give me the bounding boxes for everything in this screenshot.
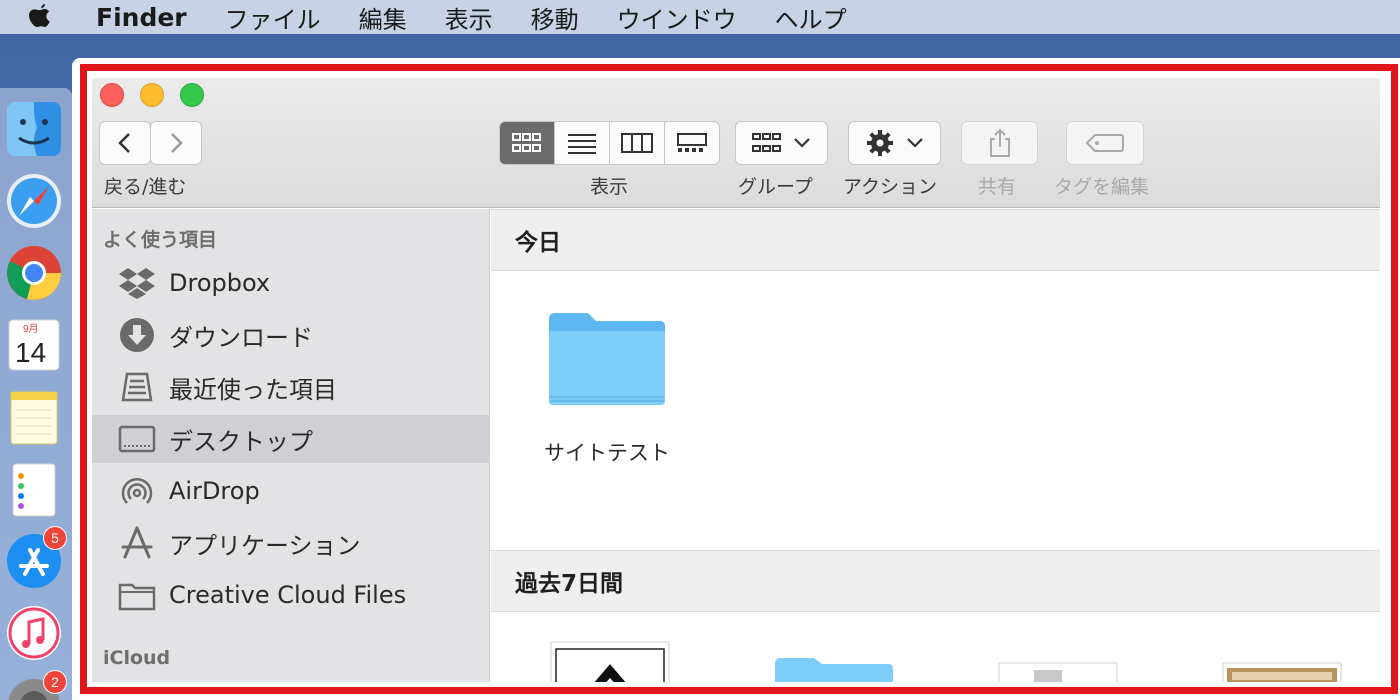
- menu-file[interactable]: ファイル: [225, 0, 321, 35]
- apple-menu-icon[interactable]: [26, 2, 56, 32]
- notes-dock-icon[interactable]: [5, 388, 63, 446]
- safari-dock-icon[interactable]: [5, 172, 63, 230]
- app-store-dock-icon[interactable]: 5: [5, 526, 67, 590]
- itunes-dock-icon[interactable]: [5, 604, 63, 662]
- app-store-badge: 5: [43, 526, 67, 550]
- chrome-dock-icon[interactable]: [5, 244, 63, 302]
- system-preferences-dock-icon[interactable]: 2: [5, 670, 67, 700]
- svg-text:9月: 9月: [23, 323, 39, 335]
- menu-window[interactable]: ウインドウ: [617, 0, 737, 35]
- menu-view[interactable]: 表示: [445, 0, 493, 35]
- menu-bar: Finder ファイル 編集 表示 移動 ウインドウ ヘルプ: [0, 0, 1400, 34]
- menu-edit[interactable]: 編集: [359, 0, 407, 35]
- calendar-dock-icon[interactable]: 9月 14: [5, 316, 63, 374]
- menu-help[interactable]: ヘルプ: [775, 0, 847, 35]
- svg-text:14: 14: [15, 337, 46, 368]
- system-preferences-badge: 2: [43, 670, 67, 694]
- menu-go[interactable]: 移動: [531, 0, 579, 35]
- dock: 9月 14 5 2: [0, 88, 72, 700]
- app-name-menu[interactable]: Finder: [96, 3, 187, 32]
- highlight-border: [80, 64, 1398, 694]
- finder-dock-icon[interactable]: [5, 100, 63, 158]
- reminders-dock-icon[interactable]: [5, 460, 63, 518]
